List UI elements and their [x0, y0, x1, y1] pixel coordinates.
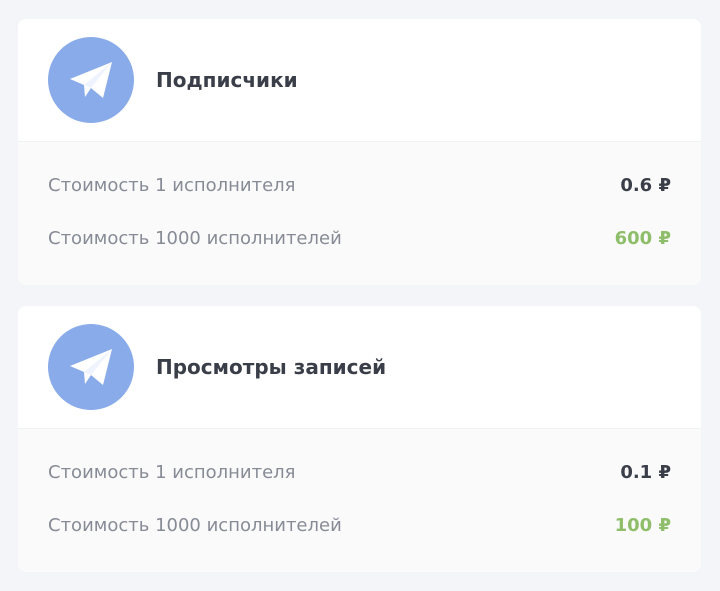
price-value: 0.1 ₽: [620, 462, 671, 483]
telegram-icon: [48, 324, 134, 410]
price-row: Стоимость 1000 исполнителей 600 ₽: [48, 228, 671, 249]
price-value: 0.6 ₽: [620, 175, 671, 196]
price-row: Стоимость 1 исполнителя 0.1 ₽: [48, 462, 671, 483]
card-title: Просмотры записей: [156, 355, 387, 379]
price-total-value: 100 ₽: [614, 515, 671, 536]
price-row: Стоимость 1 исполнителя 0.6 ₽: [48, 175, 671, 196]
card-title: Подписчики: [156, 68, 298, 92]
card-body: Стоимость 1 исполнителя 0.6 ₽ Стоимость …: [18, 142, 701, 285]
card-header: Просмотры записей: [18, 306, 701, 429]
price-row: Стоимость 1000 исполнителей 100 ₽: [48, 515, 671, 536]
service-card-subscribers[interactable]: Подписчики Стоимость 1 исполнителя 0.6 ₽…: [18, 19, 701, 285]
price-total-value: 600 ₽: [614, 228, 671, 249]
card-header: Подписчики: [18, 19, 701, 142]
price-label: Стоимость 1000 исполнителей: [48, 515, 342, 536]
telegram-icon: [48, 37, 134, 123]
service-card-post-views[interactable]: Просмотры записей Стоимость 1 исполнител…: [18, 306, 701, 572]
price-label: Стоимость 1000 исполнителей: [48, 228, 342, 249]
price-label: Стоимость 1 исполнителя: [48, 175, 296, 196]
price-label: Стоимость 1 исполнителя: [48, 462, 296, 483]
card-body: Стоимость 1 исполнителя 0.1 ₽ Стоимость …: [18, 429, 701, 572]
